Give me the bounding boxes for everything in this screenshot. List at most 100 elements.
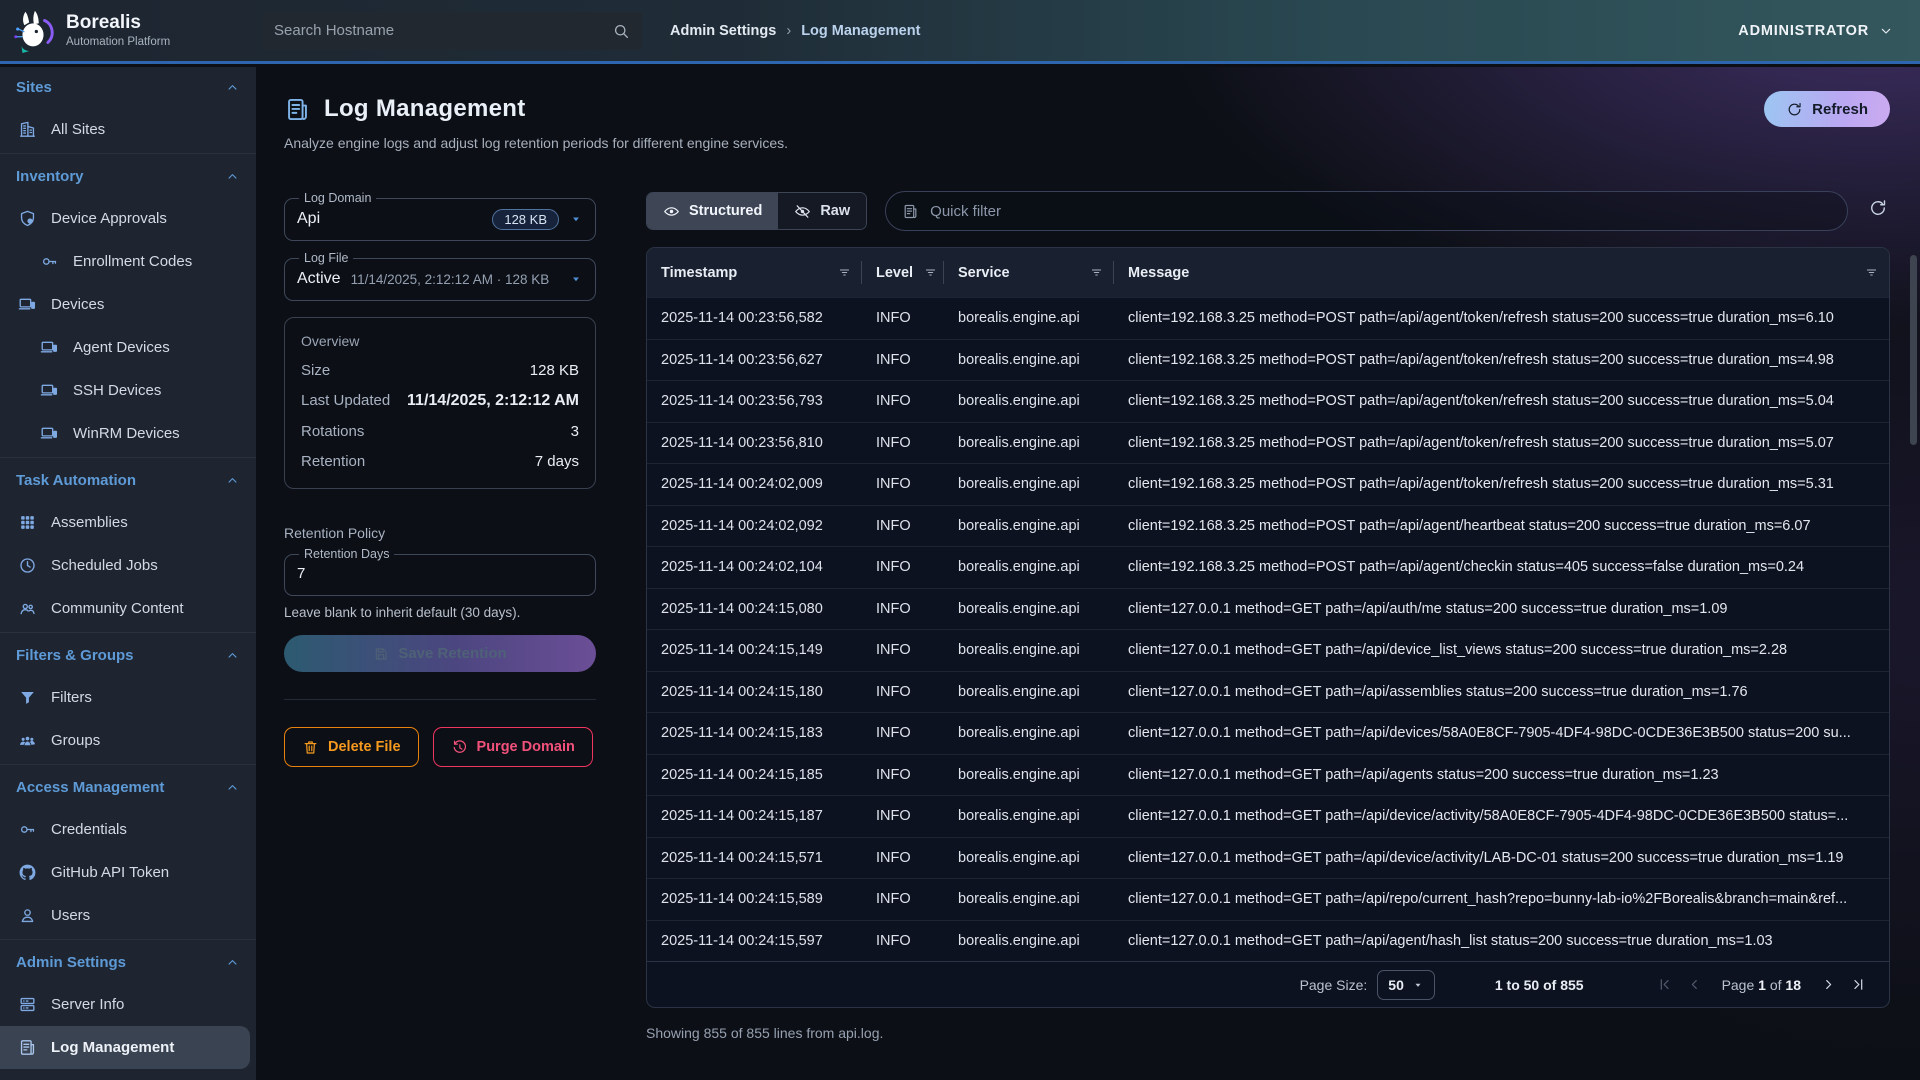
sidebar-item-community-content[interactable]: Community Content bbox=[0, 587, 250, 630]
sidebar-item-scheduled-jobs[interactable]: Scheduled Jobs bbox=[0, 544, 250, 587]
log-row[interactable]: 2025-11-14 00:24:15,187INFOborealis.engi… bbox=[647, 795, 1889, 837]
log-row[interactable]: 2025-11-14 00:24:02,009INFOborealis.engi… bbox=[647, 463, 1889, 505]
sidebar-item-label: Server Info bbox=[51, 996, 124, 1013]
hostname-search[interactable] bbox=[262, 12, 642, 50]
log-level: INFO bbox=[862, 891, 944, 907]
breadcrumb-admin-settings[interactable]: Admin Settings bbox=[670, 23, 776, 39]
log-timestamp: 2025-11-14 00:24:15,183 bbox=[647, 725, 862, 741]
overview-row-last-updated: Last Updated11/14/2025, 2:12:12 AM bbox=[301, 392, 579, 410]
log-settings-panel: Log Domain Api 128 KB Log File Active 11… bbox=[284, 191, 596, 1041]
prev-page-button[interactable] bbox=[1680, 970, 1710, 1000]
retention-days-input[interactable] bbox=[297, 563, 583, 586]
refresh-icon bbox=[1868, 198, 1888, 218]
log-row[interactable]: 2025-11-14 00:24:15,185INFOborealis.engi… bbox=[647, 754, 1889, 796]
log-row[interactable]: 2025-11-14 00:24:15,180INFOborealis.engi… bbox=[647, 671, 1889, 713]
table-refresh-button[interactable] bbox=[1866, 196, 1890, 226]
sidebar-item-all-sites[interactable]: All Sites bbox=[0, 108, 250, 151]
sidebar-item-device-approvals[interactable]: Device Approvals bbox=[0, 197, 250, 240]
structured-view-button[interactable]: Structured bbox=[647, 193, 778, 229]
column-header-message[interactable]: Message bbox=[1114, 248, 1889, 297]
log-filter-icon bbox=[902, 203, 919, 220]
log-row[interactable]: 2025-11-14 00:24:15,080INFOborealis.engi… bbox=[647, 588, 1889, 630]
clock-icon bbox=[18, 556, 37, 575]
refresh-button[interactable]: Refresh bbox=[1764, 91, 1890, 127]
sidebar-section-admin-settings[interactable]: Admin Settings bbox=[0, 942, 256, 983]
log-row[interactable]: 2025-11-14 00:24:15,589INFOborealis.engi… bbox=[647, 878, 1889, 920]
page-size-value: 50 bbox=[1388, 977, 1404, 993]
filter-icon bbox=[837, 265, 852, 280]
sidebar-section-access-management[interactable]: Access Management bbox=[0, 767, 256, 808]
log-icon bbox=[18, 1038, 37, 1057]
log-file-select[interactable]: Log File Active 11/14/2025, 2:12:12 AM ·… bbox=[284, 251, 596, 301]
column-header-level[interactable]: Level bbox=[862, 248, 944, 297]
log-file-value: Active bbox=[297, 270, 341, 288]
window-scrollbar[interactable] bbox=[1910, 255, 1917, 445]
log-row[interactable]: 2025-11-14 00:23:56,582INFOborealis.engi… bbox=[647, 297, 1889, 339]
log-level: INFO bbox=[862, 518, 944, 534]
sidebar-item-agent-devices[interactable]: Agent Devices bbox=[0, 326, 250, 369]
sidebar-item-filters[interactable]: Filters bbox=[0, 676, 250, 719]
next-page-button[interactable] bbox=[1813, 970, 1843, 1000]
sidebar-item-log-management[interactable]: Log Management bbox=[0, 1026, 250, 1069]
retention-policy-label: Retention Policy bbox=[284, 525, 596, 541]
sidebar-item-page-template[interactable]: Page Template bbox=[0, 1069, 250, 1080]
user-menu[interactable]: ADMINISTRATOR bbox=[1738, 23, 1920, 39]
sidebar-section-filters-groups[interactable]: Filters & Groups bbox=[0, 635, 256, 676]
key-icon bbox=[18, 820, 37, 839]
devices-icon bbox=[40, 338, 59, 357]
log-row[interactable]: 2025-11-14 00:24:02,104INFOborealis.engi… bbox=[647, 546, 1889, 588]
first-page-button[interactable] bbox=[1650, 970, 1680, 1000]
sidebar-section-inventory[interactable]: Inventory bbox=[0, 156, 256, 197]
delete-file-button[interactable]: Delete File bbox=[284, 727, 419, 767]
log-row[interactable]: 2025-11-14 00:23:56,627INFOborealis.engi… bbox=[647, 339, 1889, 381]
log-message: client=127.0.0.1 method=GET path=/api/de… bbox=[1114, 850, 1889, 866]
sidebar-item-assemblies[interactable]: Assemblies bbox=[0, 501, 250, 544]
log-timestamp: 2025-11-14 00:24:15,080 bbox=[647, 601, 862, 617]
sidebar-item-server-info[interactable]: Server Info bbox=[0, 983, 250, 1026]
hostname-search-input[interactable] bbox=[274, 22, 612, 39]
log-viewer: Structured Raw TimestampLevelServiceMess… bbox=[646, 191, 1890, 1041]
sidebar-section-task-automation[interactable]: Task Automation bbox=[0, 460, 256, 501]
quick-filter-input[interactable] bbox=[930, 203, 1831, 220]
log-level: INFO bbox=[862, 808, 944, 824]
retention-days-field[interactable]: Retention Days bbox=[284, 547, 596, 596]
sidebar-item-label: GitHub API Token bbox=[51, 864, 169, 881]
log-row[interactable]: 2025-11-14 00:24:15,149INFOborealis.engi… bbox=[647, 629, 1889, 671]
chevron-up-icon bbox=[225, 780, 240, 795]
funnel-icon bbox=[18, 688, 37, 707]
page-size-select[interactable]: 50 bbox=[1377, 970, 1435, 1000]
log-service: borealis.engine.api bbox=[944, 559, 1114, 575]
log-level: INFO bbox=[862, 601, 944, 617]
purge-domain-label: Purge Domain bbox=[477, 739, 575, 755]
sidebar-item-credentials[interactable]: Credentials bbox=[0, 808, 250, 851]
column-header-service[interactable]: Service bbox=[944, 248, 1114, 297]
caret-down-icon bbox=[569, 212, 583, 226]
log-row[interactable]: 2025-11-14 00:24:15,571INFOborealis.engi… bbox=[647, 837, 1889, 879]
log-table: TimestampLevelServiceMessage 2025-11-14 … bbox=[646, 247, 1890, 1008]
log-row[interactable]: 2025-11-14 00:24:15,183INFOborealis.engi… bbox=[647, 712, 1889, 754]
sidebar-section-sites[interactable]: Sites bbox=[0, 67, 256, 108]
sidebar-item-groups[interactable]: Groups bbox=[0, 719, 250, 762]
log-row[interactable]: 2025-11-14 00:23:56,810INFOborealis.engi… bbox=[647, 422, 1889, 464]
save-retention-button[interactable]: Save Retention bbox=[284, 635, 596, 672]
log-domain-value: Api bbox=[297, 210, 320, 228]
breadcrumb-log-management[interactable]: Log Management bbox=[801, 23, 920, 39]
sidebar-item-users[interactable]: Users bbox=[0, 894, 250, 937]
purge-domain-button[interactable]: Purge Domain bbox=[433, 727, 593, 767]
log-row[interactable]: 2025-11-14 00:24:02,092INFOborealis.engi… bbox=[647, 505, 1889, 547]
sidebar-item-label: Device Approvals bbox=[51, 210, 167, 227]
sidebar-item-ssh-devices[interactable]: SSH Devices bbox=[0, 369, 250, 412]
sidebar-item-github-api-token[interactable]: GitHub API Token bbox=[0, 851, 250, 894]
sidebar-item-label: WinRM Devices bbox=[73, 425, 180, 442]
sidebar-item-enrollment-codes[interactable]: Enrollment Codes bbox=[0, 240, 250, 283]
log-row[interactable]: 2025-11-14 00:24:15,597INFOborealis.engi… bbox=[647, 920, 1889, 962]
sidebar-item-devices[interactable]: Devices bbox=[0, 283, 250, 326]
sidebar-item-winrm-devices[interactable]: WinRM Devices bbox=[0, 412, 250, 455]
log-row[interactable]: 2025-11-14 00:23:56,793INFOborealis.engi… bbox=[647, 380, 1889, 422]
raw-view-button[interactable]: Raw bbox=[778, 193, 866, 229]
last-page-button[interactable] bbox=[1843, 970, 1873, 1000]
log-domain-select[interactable]: Log Domain Api 128 KB bbox=[284, 191, 596, 241]
column-header-timestamp[interactable]: Timestamp bbox=[647, 248, 862, 297]
sidebar-item-label: Enrollment Codes bbox=[73, 253, 192, 270]
quick-filter[interactable] bbox=[885, 191, 1848, 231]
